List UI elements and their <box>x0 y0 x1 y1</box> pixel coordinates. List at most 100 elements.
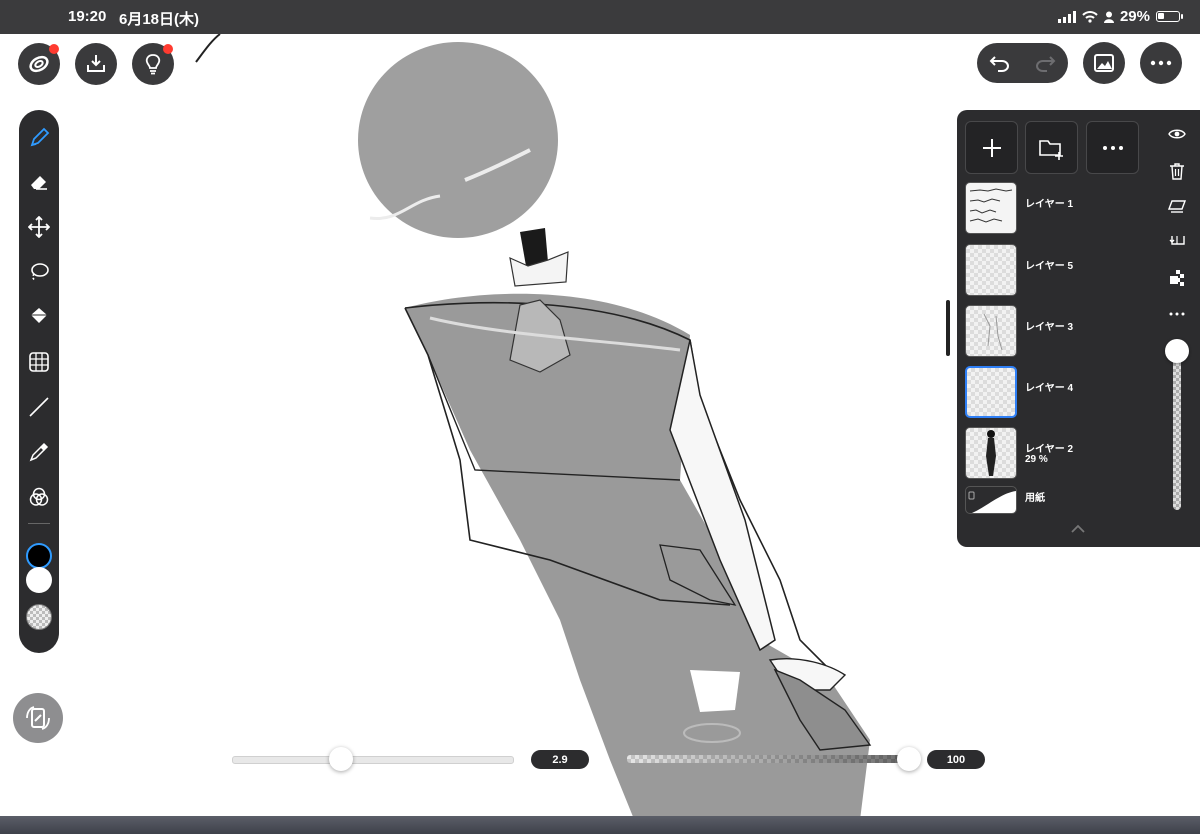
layer-thumbnail <box>965 244 1017 296</box>
brush-size-thumb[interactable] <box>329 747 354 771</box>
transform-tool[interactable] <box>27 350 51 374</box>
layer-item-paper[interactable]: 用紙 <box>965 486 1145 518</box>
battery-icon <box>1156 11 1183 22</box>
layer-name: レイヤー 2 <box>1025 444 1074 455</box>
clear-layer-button[interactable] <box>1166 196 1188 218</box>
tips-button[interactable] <box>132 43 174 85</box>
eyedropper-icon <box>29 442 49 462</box>
layer-name: レイヤー 5 <box>1025 261 1074 272</box>
more-icon <box>1102 145 1123 150</box>
lasso-icon <box>31 263 49 281</box>
eye-icon <box>1168 129 1186 139</box>
transparency-lock-button[interactable] <box>1166 266 1188 288</box>
layer-opacity-thumb[interactable] <box>1165 339 1189 363</box>
layer-visibility-button[interactable] <box>1166 123 1188 145</box>
cellular-signal-icon <box>1057 10 1076 23</box>
layer-item[interactable]: レイヤー 2 29 % <box>965 427 1145 481</box>
layer-name: 用紙 <box>1025 493 1045 504</box>
color-blend-icon <box>29 487 49 506</box>
gallery-button[interactable] <box>1083 42 1125 84</box>
layer-menu-button[interactable] <box>1086 121 1139 174</box>
app-logo-icon <box>29 55 49 73</box>
color-blend-tool[interactable] <box>27 485 51 509</box>
layer-panel: レイヤー 1 レイヤー 5 レイヤー 3 レイヤー 4 レイヤー 2 29 % … <box>957 110 1200 547</box>
fill-tool[interactable] <box>27 305 51 329</box>
brush-opacity-value[interactable]: 100 <box>927 750 985 769</box>
layer-opacity-slider[interactable] <box>1173 348 1181 510</box>
more-icon <box>1150 60 1172 66</box>
layer-item[interactable]: レイヤー 3 <box>965 305 1145 359</box>
status-date: 6月18日(木) <box>119 11 200 28</box>
transparent-color-swatch[interactable] <box>26 604 52 630</box>
brush-size-slider[interactable] <box>232 756 514 764</box>
wifi-icon <box>1082 10 1098 23</box>
redo-icon[interactable] <box>1034 53 1056 73</box>
toolbar-divider <box>28 523 50 524</box>
figure-head <box>358 42 558 238</box>
undo-icon[interactable] <box>989 53 1011 73</box>
primary-color-swatch[interactable] <box>26 543 52 569</box>
layer-options-button[interactable] <box>1166 303 1188 325</box>
layer-thumbnail <box>965 182 1017 234</box>
notification-badge <box>163 44 173 54</box>
line-tool[interactable] <box>27 395 51 419</box>
layer-name: レイヤー 3 <box>1025 322 1074 333</box>
line-icon <box>29 397 49 417</box>
person-icon <box>1103 11 1114 23</box>
brush-size-value[interactable]: 2.9 <box>531 750 589 769</box>
layer-name: レイヤー 1 <box>1025 199 1074 210</box>
layer-thumbnail <box>965 305 1017 357</box>
add-layer-icon <box>982 138 1001 157</box>
status-time: 19:20 <box>68 8 107 25</box>
layer-item[interactable]: レイヤー 5 <box>965 244 1145 298</box>
grid-transform-icon <box>29 352 49 372</box>
collapse-panel-icon[interactable] <box>1070 524 1086 534</box>
brush-opacity-slider[interactable] <box>627 755 909 763</box>
eraser-tool[interactable] <box>27 170 51 194</box>
gallery-icon <box>1094 54 1114 72</box>
trash-icon <box>1170 163 1184 180</box>
eyedropper-tool[interactable] <box>27 440 51 464</box>
layer-thumbnail <box>965 486 1017 514</box>
download-icon <box>87 55 105 72</box>
pen-tool[interactable] <box>27 126 51 150</box>
tool-palette <box>19 110 59 653</box>
layer-thumbnail <box>965 366 1017 418</box>
battery-percent: 29% <box>1119 8 1150 25</box>
figure-neck <box>520 228 548 266</box>
device-bezel <box>0 816 1200 834</box>
undo-redo-group <box>977 43 1068 83</box>
layer-opacity: 29 % <box>1025 454 1048 465</box>
more-menu-button[interactable] <box>1140 42 1182 84</box>
add-folder-icon <box>1038 139 1063 160</box>
layer-item[interactable]: レイヤー 1 <box>965 182 1145 236</box>
move-tool[interactable] <box>27 215 51 239</box>
more-icon <box>1169 312 1185 316</box>
merge-down-button[interactable] <box>1166 231 1188 253</box>
layer-item-selected[interactable]: レイヤー 4 <box>965 366 1145 420</box>
rotate-canvas-button[interactable] <box>13 693 63 743</box>
figure-body <box>405 293 870 834</box>
secondary-color-swatch[interactable] <box>26 567 52 593</box>
export-button[interactable] <box>75 43 117 85</box>
brush-opacity-thumb[interactable] <box>897 747 921 771</box>
add-layer-button[interactable] <box>965 121 1018 174</box>
app-logo-button[interactable] <box>18 43 60 85</box>
panel-resize-handle[interactable] <box>946 300 950 356</box>
status-bar: 19:20 6月18日(木) 29% <box>0 0 1200 34</box>
add-folder-button[interactable] <box>1025 121 1078 174</box>
merge-down-icon <box>1169 236 1185 245</box>
canvas-scribble <box>195 33 221 63</box>
layer-name: レイヤー 4 <box>1025 383 1074 394</box>
status-indicators: 29% <box>1057 8 1183 25</box>
lightbulb-icon <box>145 54 161 75</box>
lasso-tool[interactable] <box>27 260 51 284</box>
layer-thumbnail <box>965 427 1017 479</box>
rotate-canvas-icon <box>26 706 50 730</box>
clear-layer-icon <box>1168 200 1186 213</box>
eraser-icon <box>31 176 47 190</box>
delete-layer-button[interactable] <box>1166 160 1188 182</box>
fill-bucket-icon <box>31 308 47 323</box>
transparency-lock-icon <box>1170 270 1184 286</box>
pen-icon <box>30 127 50 147</box>
